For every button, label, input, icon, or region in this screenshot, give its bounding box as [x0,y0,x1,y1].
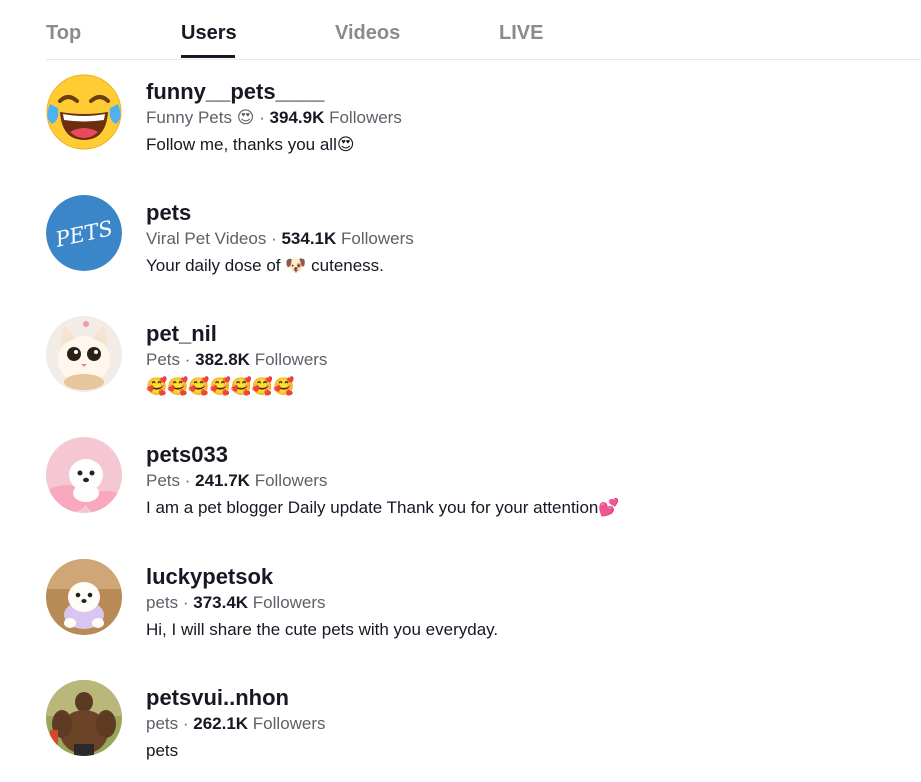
followers-count: 373.4K [193,593,249,612]
followers-label: Followers [249,350,328,369]
user-meta: Pets · 241.7K Followers [146,470,620,492]
followers-count: 394.9K [269,108,325,127]
followers-label: Followers [248,714,326,733]
user-info: pets033 Pets · 241.7K Followers I am a p… [146,441,620,519]
user-bio: I am a pet blogger Daily update Thank yo… [146,498,620,517]
active-tab-indicator [181,55,235,58]
pets-logo-icon: PETS [46,195,122,271]
meta-separator: · [180,471,196,490]
meta-separator: · [254,108,270,127]
followers-count: 241.7K [195,471,250,490]
user-bio: Hi, I will share the cute pets with you … [146,620,499,639]
display-name: pets [146,593,179,612]
list-item[interactable]: pet_nil Pets · 382.8K Followers 🥰🥰🥰🥰🥰🥰🥰 [46,302,906,402]
display-name: pets [146,714,179,733]
followers-count: 382.8K [195,350,250,369]
followers-label: Followers [248,593,326,612]
cat-photo-icon [46,316,122,392]
user-meta: Funny Pets 😍 · 394.9K Followers [146,107,402,129]
user-info: luckypetsok pets · 373.4K Followers Hi, … [146,563,498,641]
username[interactable]: pet_nil [146,320,327,348]
followers-count: 262.1K [193,714,249,733]
tab-videos[interactable]: Videos [335,21,400,45]
bodybuilder-photo-icon [46,680,122,756]
user-info: pets Viral Pet Videos · 534.1K Followers… [146,199,414,277]
list-item[interactable]: PETS pets Viral Pet Videos · 534.1K Foll… [46,181,906,281]
user-info: funny__pets____ Funny Pets 😍 · 394.9K Fo… [146,78,402,156]
user-info: pet_nil Pets · 382.8K Followers 🥰🥰🥰🥰🥰🥰🥰 [146,320,327,398]
username[interactable]: luckypetsok [146,563,498,591]
display-name: Funny Pets 😍 [146,108,255,127]
user-bio: pets [146,741,179,760]
puppy-photo-icon [46,437,122,513]
meta-separator: · [178,593,194,612]
user-bio: 🥰🥰🥰🥰🥰🥰🥰 [146,377,295,396]
user-meta: pets · 262.1K Followers [146,713,326,735]
meta-separator: · [180,350,196,369]
laughing-emoji-icon [46,74,122,150]
user-info: petsvui..nhon pets · 262.1K Followers pe… [146,684,326,762]
avatar[interactable] [46,74,122,150]
username[interactable]: pets033 [146,441,620,469]
list-item[interactable]: luckypetsok pets · 373.4K Followers Hi, … [46,545,906,645]
username[interactable]: pets [146,199,414,227]
user-meta: Viral Pet Videos · 534.1K Followers [146,228,414,250]
list-item[interactable]: pets033 Pets · 241.7K Followers I am a p… [46,423,906,523]
avatar[interactable] [46,559,122,635]
followers-label: Followers [324,108,402,127]
avatar[interactable]: PETS [46,195,122,271]
avatar[interactable] [46,680,122,756]
user-bio: Follow me, thanks you all😍 [146,135,355,154]
search-tabs: Top Users Videos LIVE [46,0,921,60]
avatar[interactable] [46,437,122,513]
list-item[interactable]: funny__pets____ Funny Pets 😍 · 394.9K Fo… [46,60,906,160]
username[interactable]: petsvui..nhon [146,684,326,712]
tab-top[interactable]: Top [46,21,81,45]
followers-label: Followers [336,229,414,248]
puppy-photo-icon [46,559,122,635]
user-meta: Pets · 382.8K Followers [146,349,327,371]
tab-users[interactable]: Users [181,21,237,45]
followers-label: Followers [249,471,328,490]
list-item[interactable]: petsvui..nhon pets · 262.1K Followers pe… [46,666,906,766]
user-bio: Your daily dose of 🐶 cuteness. [146,256,384,275]
display-name: Viral Pet Videos [146,229,267,248]
avatar[interactable] [46,316,122,392]
username[interactable]: funny__pets____ [146,78,402,106]
followers-count: 534.1K [281,229,337,248]
display-name: Pets [146,471,181,490]
meta-separator: · [178,714,194,733]
user-meta: pets · 373.4K Followers [146,592,498,614]
tab-live[interactable]: LIVE [499,21,543,45]
meta-separator: · [266,229,282,248]
display-name: Pets [146,350,181,369]
